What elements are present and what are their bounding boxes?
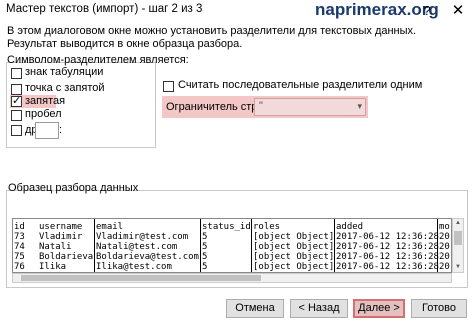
- table-cell: 2017-06-12 12:36:28: [336, 242, 439, 252]
- comma-checkbox[interactable]: ✓: [11, 95, 22, 107]
- header-cell: status_id: [202, 222, 251, 232]
- cancel-button[interactable]: Отмена: [226, 299, 284, 318]
- header-cell: added: [336, 222, 364, 232]
- semicolon-checkbox-label: точка с запятой: [25, 82, 105, 94]
- table-cell: 2017-06-12 12:36:28: [336, 252, 439, 262]
- table-cell: 20: [439, 232, 450, 242]
- table-cell: Boldarieva: [39, 252, 94, 262]
- table-cell: Vladimir: [39, 232, 83, 242]
- tab-checkbox[interactable]: [11, 68, 22, 79]
- header-cell: mo: [439, 222, 450, 232]
- chevron-down-icon: ▾: [357, 101, 362, 111]
- table-cell: [object Object]: [253, 252, 335, 262]
- description-text: В этом диалоговом окне можно установить …: [7, 25, 417, 50]
- scroll-up-icon[interactable]: ▲: [455, 220, 461, 226]
- other-delimiter-input[interactable]: [35, 122, 59, 139]
- check-icon: ✓: [12, 95, 22, 107]
- table-cell: Ilika@test.com: [96, 262, 172, 272]
- comma-checkbox-label: запятая: [25, 95, 66, 107]
- header-cell: email: [96, 222, 124, 232]
- table-cell: 73: [14, 232, 25, 242]
- next-button[interactable]: Далее >: [353, 299, 405, 318]
- table-cell: Ilika: [39, 262, 67, 272]
- table-cell: Natali@test.com: [96, 242, 178, 252]
- table-cell: 20: [439, 262, 450, 272]
- table-cell: Natali: [39, 242, 72, 252]
- back-button[interactable]: < Назад: [290, 299, 348, 318]
- table-cell: [object Object]: [253, 262, 335, 272]
- close-button[interactable]: ✕: [447, 2, 469, 20]
- finish-button[interactable]: Готово: [411, 299, 467, 318]
- other-checkbox[interactable]: [11, 125, 22, 136]
- header-cell: roles: [253, 222, 281, 232]
- table-cell: [object Object]: [253, 232, 335, 242]
- window-title: Мастер текстов (импорт) - шаг 2 из 3: [6, 3, 203, 15]
- table-cell: 20: [439, 252, 450, 262]
- vertical-scrollbar[interactable]: ▲ ▼: [452, 218, 464, 273]
- delimiter-group-title: Символом-разделителем является:: [7, 54, 189, 66]
- table-cell: 20: [439, 242, 450, 252]
- table-cell: 74: [14, 242, 25, 252]
- horizontal-scrollbar[interactable]: [12, 273, 452, 283]
- space-checkbox-label: пробел: [25, 108, 62, 120]
- space-checkbox[interactable]: [11, 110, 22, 121]
- table-cell: Vladimir@test.com: [96, 232, 189, 242]
- table-cell: 76: [14, 262, 25, 272]
- preview-title: Образец разбора данных: [8, 182, 139, 194]
- horizontal-scroll-thumb[interactable]: [21, 275, 261, 281]
- qualifier-select[interactable]: " ▾: [254, 98, 366, 116]
- scroll-down-icon[interactable]: ▼: [455, 264, 461, 270]
- table-cell: 75: [14, 252, 25, 262]
- column-separator: [251, 219, 252, 272]
- preview-grid[interactable]: id username email status_id roles added …: [12, 218, 452, 273]
- help-button[interactable]: ?: [418, 2, 436, 20]
- table-cell: [object Object]: [253, 242, 335, 252]
- table-cell: 5: [202, 242, 208, 252]
- table-cell: 2017-06-12 12:36:28: [336, 262, 439, 272]
- consecutive-checkbox-label: Считать последовательные разделители одн…: [178, 79, 423, 91]
- table-cell: 5: [202, 232, 208, 242]
- column-separator: [200, 219, 201, 272]
- consecutive-checkbox[interactable]: [163, 81, 174, 92]
- table-cell: 5: [202, 262, 208, 272]
- qualifier-value: ": [259, 100, 263, 112]
- header-cell: id: [14, 222, 25, 232]
- header-cell: username: [39, 222, 83, 232]
- vertical-scroll-thumb[interactable]: [454, 231, 462, 245]
- column-separator: [94, 219, 95, 272]
- table-cell: 2017-06-12 12:36:28: [336, 232, 439, 242]
- table-cell: Boldarieva@test.com: [96, 252, 199, 262]
- table-cell: 5: [202, 252, 208, 262]
- tab-checkbox-label: знак табуляции: [25, 66, 104, 78]
